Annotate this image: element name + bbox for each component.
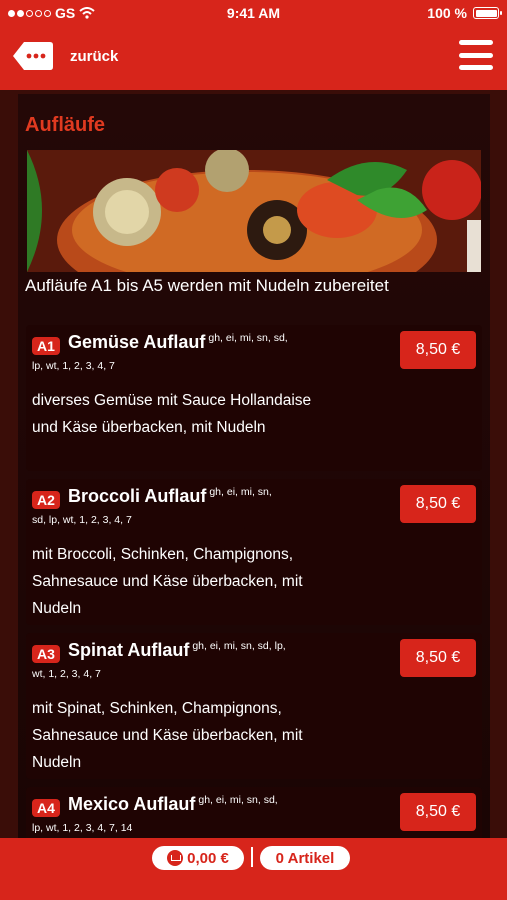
section-title: Aufläufe xyxy=(25,114,105,136)
item-title: Gemüse Auflauf gh, ei, mi, sn, sd, xyxy=(68,332,288,353)
item-allergens: gh, ei, mi, sn, sd, xyxy=(208,332,288,344)
item-allergens: gh, ei, mi, sn, sd, lp, xyxy=(192,640,286,652)
item-name: Mexico Auflauf xyxy=(68,794,196,814)
section-note: Aufläufe A1 bis A5 werden mit Nudeln zub… xyxy=(25,276,389,295)
battery-icon xyxy=(473,7,502,19)
item-description: mit Broccoli, Schinken, Champignons, Sah… xyxy=(32,546,303,617)
item-title: Mexico Auflauf gh, ei, mi, sn, sd, xyxy=(68,794,278,815)
cart-bar: 0,00 € 0 Artikel xyxy=(0,838,507,900)
hamburger-menu-icon[interactable] xyxy=(459,40,493,70)
item-code-badge: A2 xyxy=(32,491,60,509)
item-code-badge: A1 xyxy=(32,337,60,355)
item-allergens: gh, ei, mi, sn, sd, xyxy=(198,794,278,806)
status-bar: GS 9:41 AM 100 % xyxy=(0,0,507,26)
add-to-cart-price-button[interactable]: 8,50 € xyxy=(400,639,476,677)
item-allergens-line2: wt, 1, 2, 3, 4, 7 xyxy=(32,668,101,680)
item-name: Gemüse Auflauf xyxy=(68,332,206,352)
item-allergens-line2: lp, wt, 1, 2, 3, 4, 7 xyxy=(32,360,115,372)
menu-content[interactable]: Aufläufe Aufläufe A1 bis A5 werden mit N… xyxy=(18,94,490,838)
navigation-bar: zurück xyxy=(0,26,507,90)
menu-item-card[interactable]: A4 Mexico Auflauf gh, ei, mi, sn, sd, lp,… xyxy=(26,787,482,838)
menu-item-card[interactable]: A2 Broccoli Auflauf gh, ei, mi, sn, sd, l… xyxy=(26,479,482,625)
casserole-photo xyxy=(27,150,481,272)
add-to-cart-price-button[interactable]: 8,50 € xyxy=(400,331,476,369)
battery-info: 100 % xyxy=(427,5,502,21)
divider xyxy=(251,847,253,867)
item-allergens-line2: lp, wt, 1, 2, 3, 4, 7, 14 xyxy=(32,822,133,834)
item-title: Broccoli Auflauf gh, ei, mi, sn, xyxy=(68,486,272,507)
add-to-cart-price-button[interactable]: 8,50 € xyxy=(400,485,476,523)
item-code-badge: A3 xyxy=(32,645,60,663)
item-title: Spinat Auflauf gh, ei, mi, sn, sd, lp, xyxy=(68,640,286,661)
battery-percentage: 100 % xyxy=(427,5,467,21)
item-allergens: gh, ei, mi, sn, xyxy=(209,486,272,498)
item-name: Broccoli Auflauf xyxy=(68,486,207,506)
back-button[interactable]: zurück xyxy=(70,48,118,65)
cart-total: 0,00 € xyxy=(187,849,229,867)
menu-item-card[interactable]: A1 Gemüse Auflauf gh, ei, mi, sn, sd, lp,… xyxy=(26,325,482,471)
item-code-badge: A4 xyxy=(32,799,60,817)
item-allergens-line2: sd, lp, wt, 1, 2, 3, 4, 7 xyxy=(32,514,132,526)
cart-total-button[interactable]: 0,00 € xyxy=(152,846,244,870)
item-description: mit Spinat, Schinken, Champignons, Sahne… xyxy=(32,700,303,771)
cart-count-button[interactable]: 0 Artikel xyxy=(260,846,350,870)
menu-item-card[interactable]: A3 Spinat Auflauf gh, ei, mi, sn, sd, lp,… xyxy=(26,633,482,779)
back-arrow-icon[interactable] xyxy=(12,40,54,72)
add-to-cart-price-button[interactable]: 8,50 € xyxy=(400,793,476,831)
item-description: diverses Gemüse mit Sauce Hollandaise un… xyxy=(32,392,312,436)
item-name: Spinat Auflauf xyxy=(68,640,190,660)
shopping-cart-icon xyxy=(167,850,184,866)
